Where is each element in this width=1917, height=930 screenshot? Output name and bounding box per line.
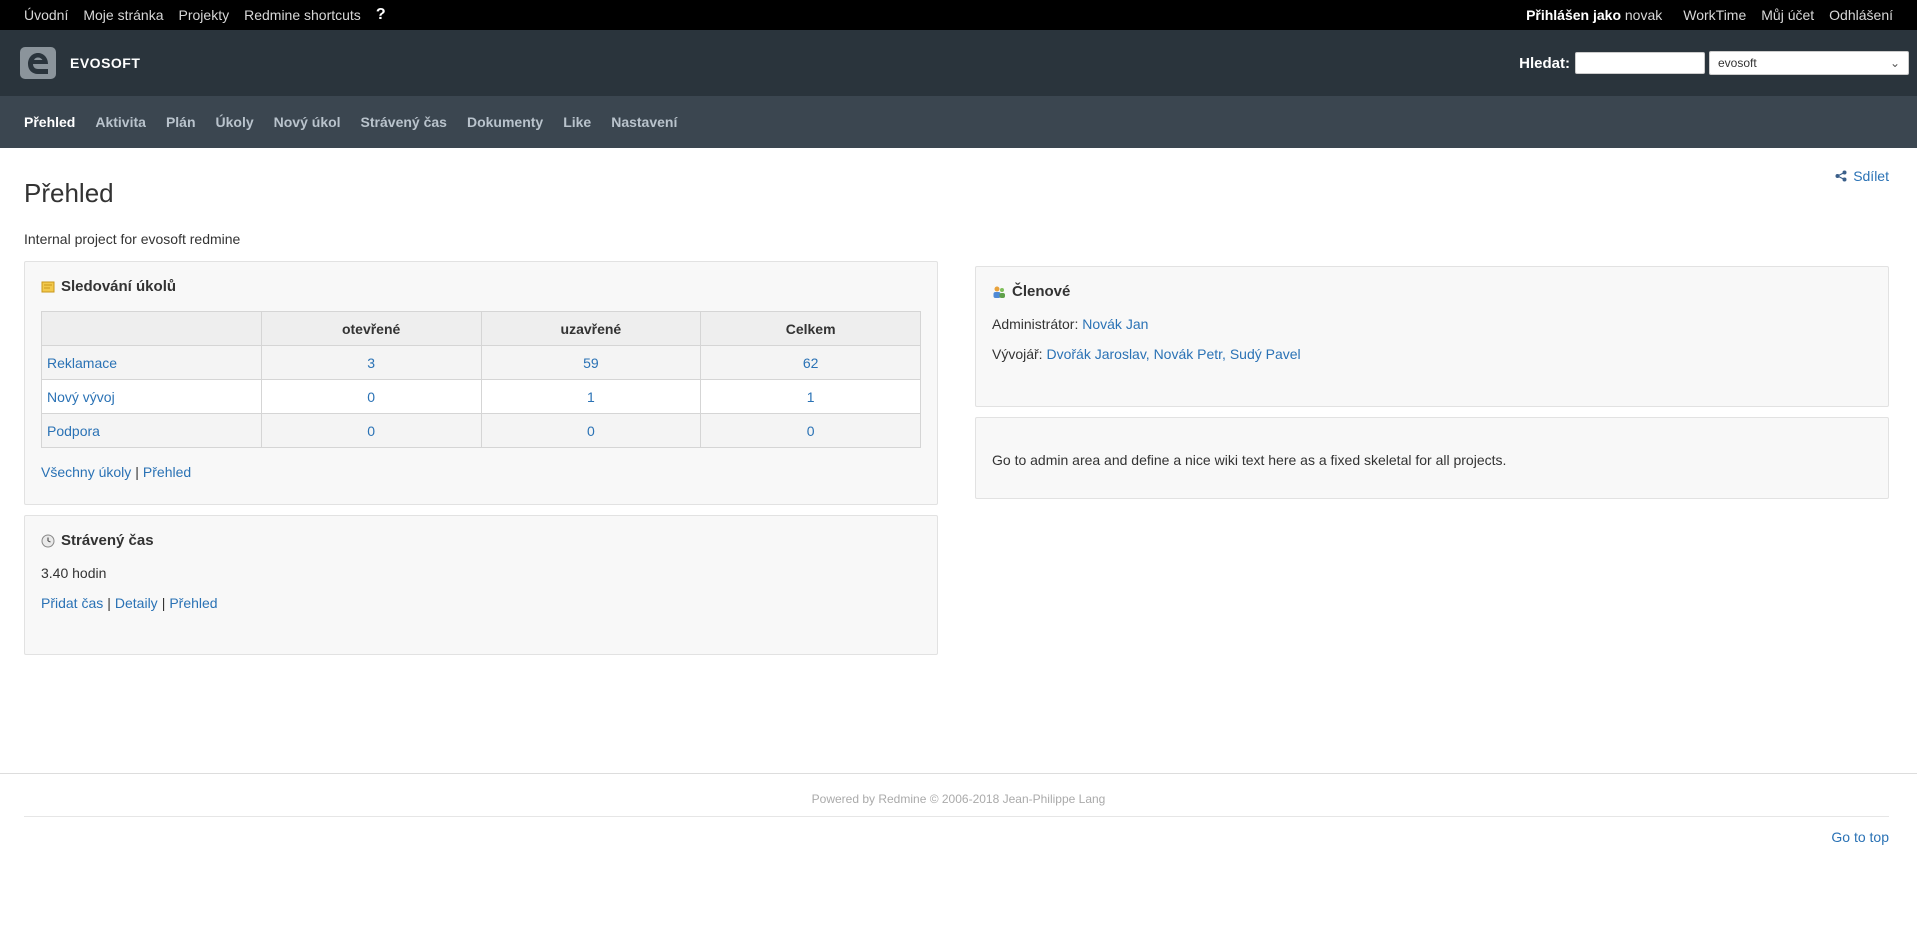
wiki-text: Go to admin area and define a nice wiki … xyxy=(992,452,1507,468)
tracker-link[interactable]: Nový vývoj xyxy=(47,389,115,405)
search-label: Hledat: xyxy=(1519,54,1570,72)
time-links: Přidat čas | Detaily | Přehled xyxy=(41,595,218,611)
total-count-link[interactable]: 1 xyxy=(807,389,815,405)
share-label: Sdílet xyxy=(1853,168,1889,184)
total-count-link[interactable]: 62 xyxy=(803,355,819,371)
issues-box-title: Sledování úkolů xyxy=(41,278,921,295)
tab-overview[interactable]: Přehled xyxy=(24,114,75,130)
table-header-total: Celkem xyxy=(700,311,921,346)
table-header-open: otevřené xyxy=(260,311,482,346)
evosoft-logo-icon xyxy=(20,47,56,79)
top-menu: Úvodní Moje stránka Projekty Redmine sho… xyxy=(0,0,1917,30)
tab-activity[interactable]: Aktivita xyxy=(95,114,146,130)
open-count-link[interactable]: 0 xyxy=(367,389,375,405)
logged-in-user[interactable]: novak xyxy=(1625,7,1662,23)
developer-row: Vývojář: Dvořák Jaroslav, Novák Petr, Su… xyxy=(992,346,1872,362)
quick-search: Hledat: evosoft ⌄ xyxy=(1519,51,1909,75)
all-issues-link[interactable]: Všechny úkoly xyxy=(41,464,131,480)
footer-text-pre: Powered by xyxy=(811,792,879,806)
table-header-closed: uzavřené xyxy=(480,311,702,346)
brand-name: EVOSOFT xyxy=(70,55,141,71)
issues-box-title-text: Sledování úkolů xyxy=(61,278,177,295)
project-jump-value: evosoft xyxy=(1718,56,1757,70)
issues-summary-table: otevřené uzavřené Celkem Reklamace 3 59 … xyxy=(41,311,921,448)
footer-redmine-link[interactable]: Redmine xyxy=(878,792,926,806)
total-count-link[interactable]: 0 xyxy=(807,423,815,439)
table-header-row: otevřené uzavřené Celkem xyxy=(41,311,921,346)
log-time-link[interactable]: Přidat čas xyxy=(41,595,103,611)
closed-count-link[interactable]: 1 xyxy=(587,389,595,405)
top-link-my-account[interactable]: Můj účet xyxy=(1761,7,1814,23)
admin-row: Administrátor: Novák Jan xyxy=(992,316,1872,332)
top-link-worktime[interactable]: WorkTime xyxy=(1683,7,1746,23)
page-title: Přehled xyxy=(24,178,114,208)
tab-new-issue[interactable]: Nový úkol xyxy=(274,114,341,130)
spent-time-box: Strávený čas 3.40 hodin Přidat čas | Detai… xyxy=(24,515,938,655)
footer-text-post: © 2006-2018 Jean-Philippe Lang xyxy=(926,792,1106,806)
share-icon xyxy=(1835,170,1847,182)
tab-roadmap[interactable]: Plán xyxy=(166,114,196,130)
go-to-top-link[interactable]: Go to top xyxy=(1831,829,1889,845)
top-menu-right: Přihlášen jako novak WorkTime Můj účet O… xyxy=(1526,7,1893,23)
members-box: Členové Administrátor: Novák Jan Vývojář… xyxy=(975,266,1889,407)
time-report-link[interactable]: Přehled xyxy=(169,595,217,611)
developer-members-links[interactable]: Dvořák Jaroslav, Novák Petr, Sudý Pavel xyxy=(1046,346,1300,362)
issues-links: Všechny úkoly | Přehled xyxy=(41,464,192,480)
members-box-title-text: Členové xyxy=(1012,283,1071,300)
project-jump-select[interactable]: evosoft ⌄ xyxy=(1709,51,1909,75)
header: EVOSOFT Hledat: evosoft ⌄ xyxy=(0,30,1917,96)
spent-time-value: 3.40 hodin xyxy=(41,565,107,581)
table-header-tracker xyxy=(41,311,262,346)
right-column: Členové Administrátor: Novák Jan Vývojář… xyxy=(975,218,1889,499)
tab-time-entries[interactable]: Strávený čas xyxy=(361,114,447,130)
tab-settings[interactable]: Nastavení xyxy=(611,114,677,130)
admin-role-label: Administrátor: xyxy=(992,316,1079,332)
top-link-home[interactable]: Úvodní xyxy=(24,7,68,23)
table-row: Podpora 0 0 0 xyxy=(41,413,921,448)
top-menu-left: Úvodní Moje stránka Projekty Redmine sho… xyxy=(24,6,386,24)
clock-icon xyxy=(41,534,55,547)
left-column: Internal project for evosoft redmine Sle… xyxy=(24,231,938,655)
table-row: Nový vývoj 0 1 1 xyxy=(41,379,921,414)
help-icon[interactable]: ? xyxy=(376,6,386,24)
top-link-my-page[interactable]: Moje stránka xyxy=(83,7,163,23)
tab-issues[interactable]: Úkoly xyxy=(216,114,254,130)
issue-tracking-icon xyxy=(41,281,55,292)
table-row: Reklamace 3 59 62 xyxy=(41,345,921,380)
members-box-title: Členové xyxy=(992,283,1872,300)
wiki-box: Go to admin area and define a nice wiki … xyxy=(975,417,1889,499)
search-input[interactable] xyxy=(1575,52,1705,74)
main-menu: Přehled Aktivita Plán Úkoly Nový úkol St… xyxy=(0,96,1917,148)
content-divider xyxy=(24,816,1889,817)
admin-member-link[interactable]: Novák Jan xyxy=(1082,316,1148,332)
time-details-link[interactable]: Detaily xyxy=(115,595,158,611)
top-link-shortcuts[interactable]: Redmine shortcuts xyxy=(244,7,361,23)
tab-documents[interactable]: Dokumenty xyxy=(467,114,543,130)
top-link-logout[interactable]: Odhlášení xyxy=(1829,7,1893,23)
developer-role-label: Vývojář: xyxy=(992,346,1043,362)
members-icon xyxy=(993,286,1005,298)
project-description: Internal project for evosoft redmine xyxy=(24,231,241,247)
closed-count-link[interactable]: 0 xyxy=(587,423,595,439)
logged-in-label: Přihlášen jako xyxy=(1526,7,1621,23)
tracker-link[interactable]: Podpora xyxy=(47,423,100,439)
time-box-title-text: Strávený čas xyxy=(61,532,154,549)
footer: Powered by Redmine © 2006-2018 Jean-Phil… xyxy=(0,792,1917,806)
share-button[interactable]: Sdílet xyxy=(1835,168,1889,184)
issues-report-link[interactable]: Přehled xyxy=(143,464,191,480)
logged-in-info: Přihlášen jako novak xyxy=(1526,7,1662,23)
chevron-down-icon: ⌄ xyxy=(1889,56,1900,70)
open-count-link[interactable]: 3 xyxy=(367,355,375,371)
open-count-link[interactable]: 0 xyxy=(367,423,375,439)
footer-divider xyxy=(0,773,1917,774)
tracker-link[interactable]: Reklamace xyxy=(47,355,117,371)
tab-like[interactable]: Like xyxy=(563,114,591,130)
closed-count-link[interactable]: 59 xyxy=(583,355,599,371)
top-link-projects[interactable]: Projekty xyxy=(179,7,230,23)
issues-tracking-box: Sledování úkolů otevřené uzavřené Celkem… xyxy=(24,261,938,505)
brand[interactable]: EVOSOFT xyxy=(20,47,140,79)
time-box-title: Strávený čas xyxy=(41,532,921,549)
